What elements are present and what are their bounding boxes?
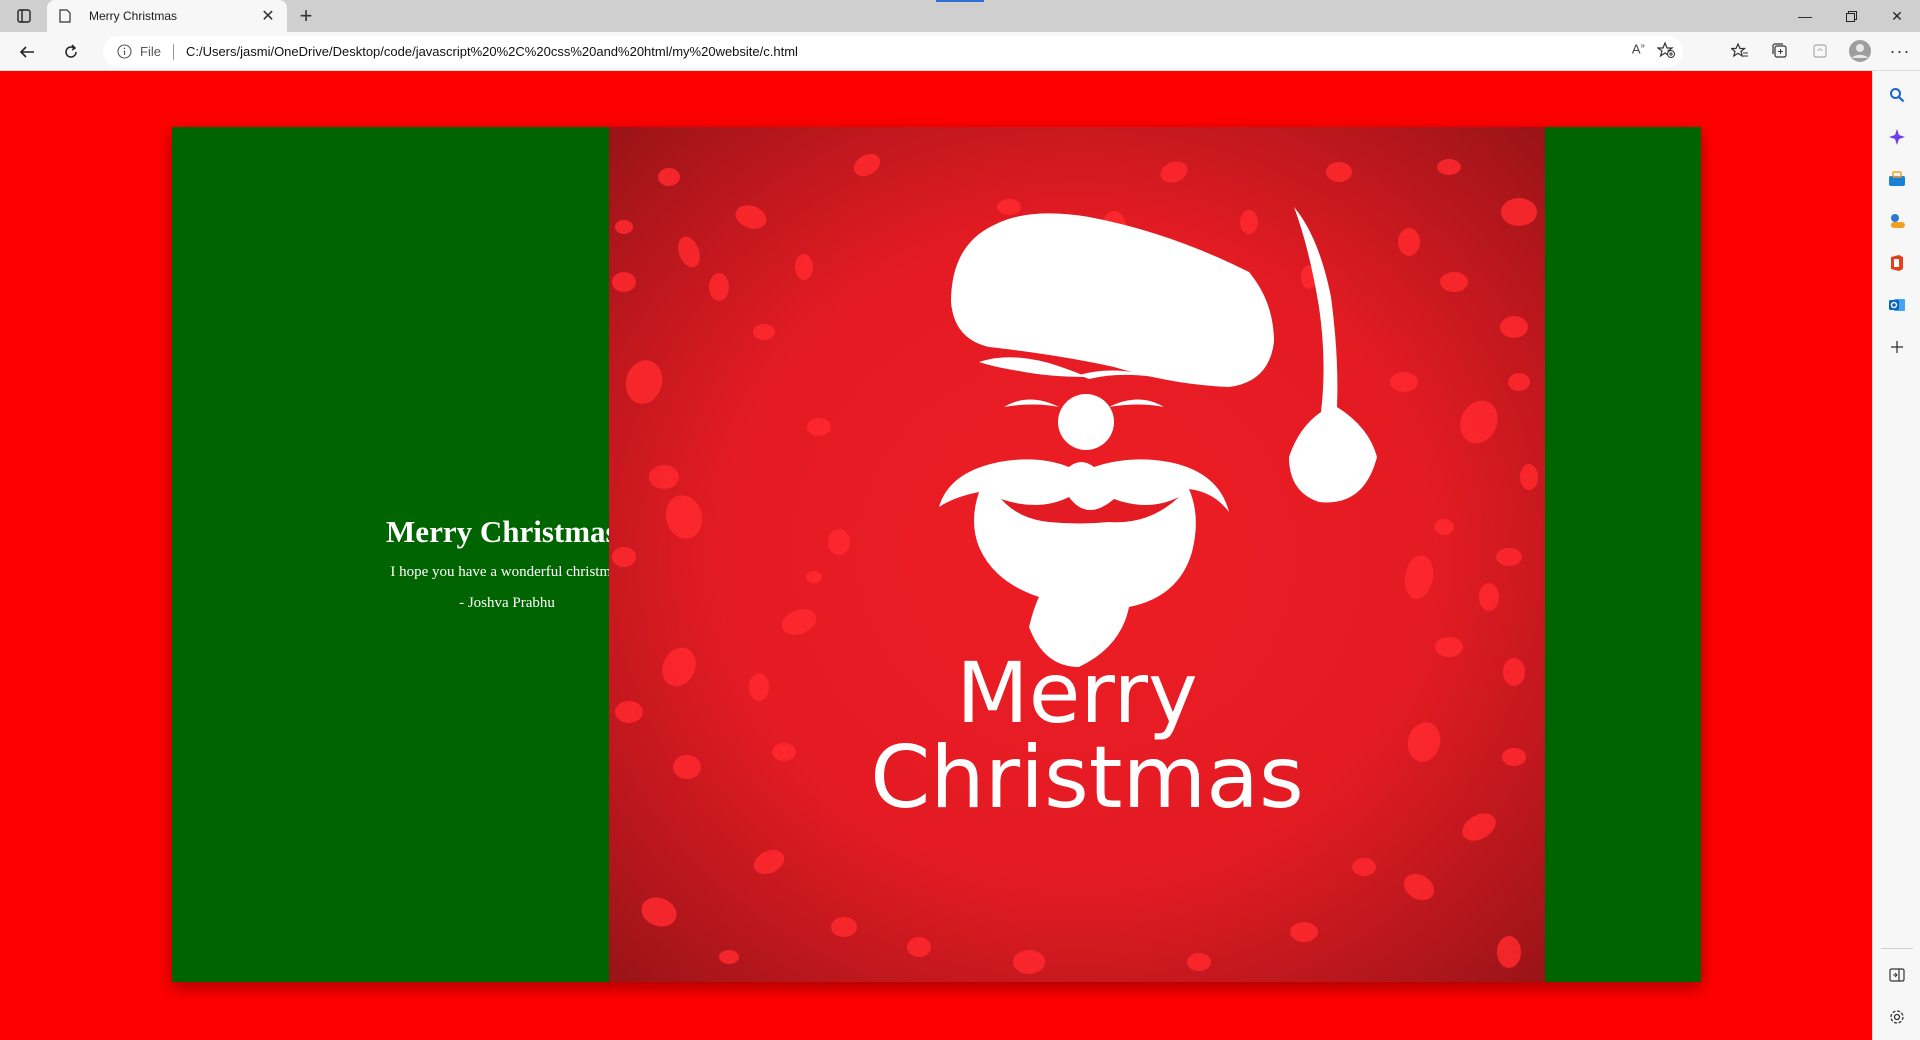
site-info-label: File	[140, 44, 161, 59]
shopping-icon[interactable]	[1873, 164, 1920, 194]
back-arrow-icon	[19, 46, 34, 58]
read-aloud-icon[interactable]: A»	[1632, 41, 1645, 64]
santa-poster-image: Merry Christmas	[609, 127, 1545, 982]
site-info-button[interactable]: File	[117, 44, 161, 59]
tab-strip: Merry Christmas ✕ + — ✕	[0, 0, 1920, 32]
info-icon	[117, 44, 132, 59]
browser-toolbar: File A» ···	[0, 32, 1920, 71]
settings-icon[interactable]	[1873, 1002, 1920, 1032]
close-tab-icon[interactable]: ✕	[259, 7, 277, 25]
refresh-icon	[65, 44, 77, 58]
sidebar-divider	[1881, 948, 1913, 949]
card-message: I hope you have a wonderful christmas	[390, 563, 624, 580]
outlook-icon[interactable]	[1873, 290, 1920, 320]
christmas-card: Merry Christmas! I hope you have a wonde…	[172, 127, 1701, 982]
collections-icon[interactable]	[1760, 36, 1800, 66]
office-icon[interactable]	[1873, 248, 1920, 278]
tab-title: Merry Christmas	[89, 9, 178, 23]
tab-actions-icon[interactable]	[10, 6, 38, 26]
page-icon	[57, 8, 73, 24]
browser-tab[interactable]: Merry Christmas ✕	[47, 0, 287, 32]
address-bar[interactable]: File A»	[103, 36, 1683, 67]
window-controls: — ✕	[1782, 0, 1920, 32]
back-button[interactable]	[12, 37, 42, 67]
more-icon[interactable]: ···	[1880, 36, 1920, 66]
page-viewport: Merry Christmas! I hope you have a wonde…	[0, 71, 1872, 1040]
favorites-icon[interactable]	[1720, 36, 1760, 66]
card-author: - Joshva Prabhu	[459, 594, 555, 611]
poster-line-christmas: Christmas	[870, 728, 1304, 828]
edge-sidebar	[1872, 71, 1920, 1040]
add-favorite-icon[interactable]	[1656, 41, 1675, 64]
new-tab-button[interactable]: +	[293, 3, 319, 28]
close-window-button[interactable]: ✕	[1874, 0, 1920, 32]
profile-icon[interactable]	[1840, 36, 1880, 66]
address-divider	[172, 43, 174, 60]
copilot-icon[interactable]	[1873, 122, 1920, 152]
minimize-button[interactable]: —	[1782, 0, 1828, 32]
url-input[interactable]	[185, 44, 1386, 59]
drag-indicator	[936, 0, 984, 2]
games-icon[interactable]	[1873, 206, 1920, 236]
split-screen-icon[interactable]	[1873, 960, 1920, 990]
restore-button[interactable]	[1828, 0, 1874, 32]
search-icon[interactable]	[1873, 80, 1920, 110]
greeting-panel: Merry Christmas! I hope you have a wonde…	[172, 127, 628, 982]
extensions-icon[interactable]	[1800, 36, 1840, 66]
refresh-button[interactable]	[56, 37, 86, 67]
add-icon[interactable]	[1873, 332, 1920, 362]
card-heading: Merry Christmas!	[386, 513, 628, 549]
